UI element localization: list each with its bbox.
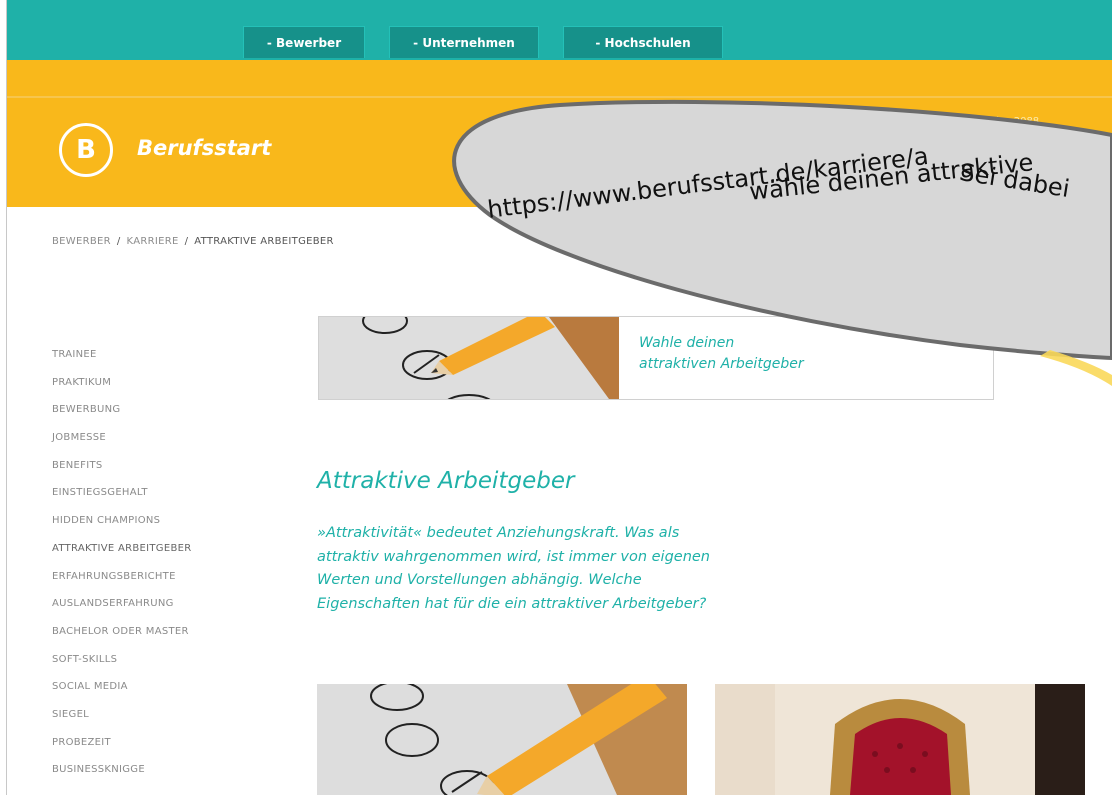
- speech-bubble-icon: [452, 99, 1112, 386]
